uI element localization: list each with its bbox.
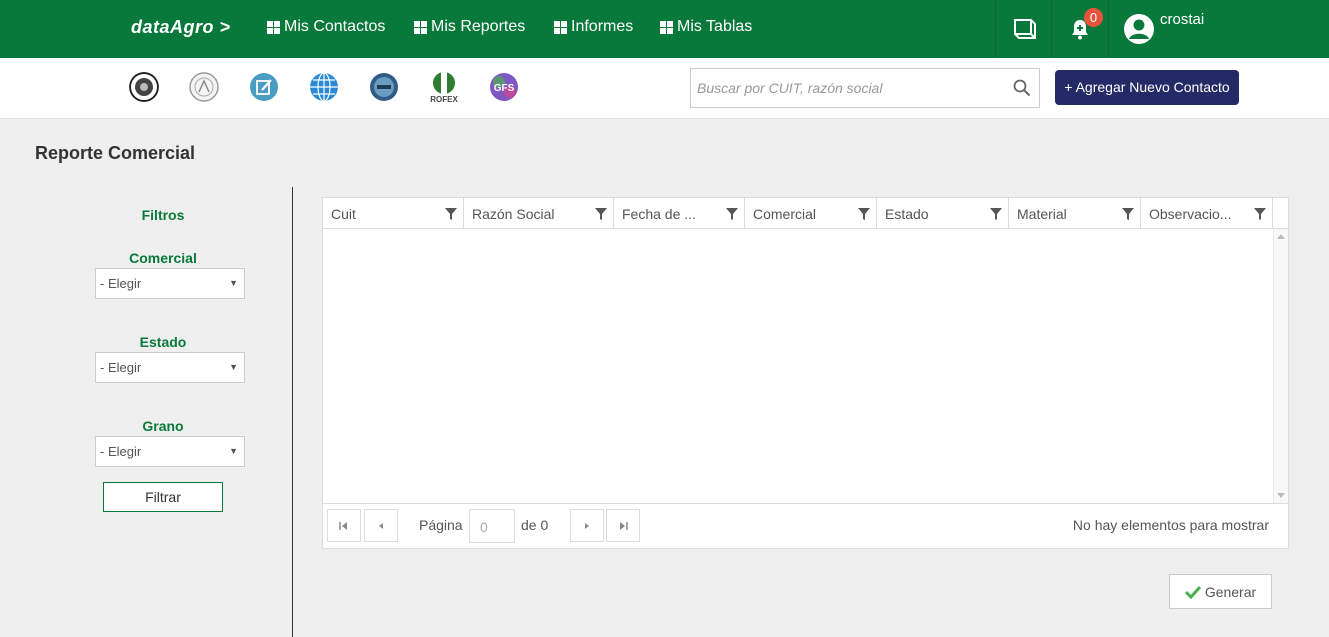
rofex-label: ROFEX: [430, 95, 458, 104]
add-contact-button[interactable]: + Agregar Nuevo Contacto: [1055, 70, 1239, 105]
notifications-button[interactable]: [1052, 0, 1108, 58]
nav-label: Informes: [571, 18, 634, 35]
page-title: Reporte Comercial: [35, 143, 196, 163]
last-page-button[interactable]: [606, 509, 640, 542]
next-page-icon: [585, 522, 589, 529]
search-icon[interactable]: [1013, 79, 1031, 97]
grid-body: [323, 229, 1288, 503]
page-label: Página: [419, 517, 463, 533]
nav-mis-contactos[interactable]: Mis Contactos: [267, 18, 385, 36]
nav-mis-tablas[interactable]: Mis Tablas: [660, 18, 752, 36]
prev-page-icon: [379, 522, 383, 529]
nav-mis-reportes[interactable]: Mis Reportes: [414, 18, 525, 36]
user-menu-button[interactable]: [1122, 0, 1156, 58]
generate-label: Generar: [1204, 583, 1257, 600]
grid-pager: Página 0 de 0 No hay elementos para most…: [323, 503, 1288, 548]
bolsa-cereales-logo[interactable]: [129, 72, 159, 102]
grid-icon: [267, 20, 280, 34]
nav-label: Mis Contactos: [284, 18, 386, 35]
column-header-comercial[interactable]: Comercial: [745, 198, 877, 229]
mercado-logo[interactable]: [369, 72, 399, 102]
column-label: Estado: [885, 206, 929, 222]
camara-logo[interactable]: [189, 72, 219, 102]
secondary-toolbar: ROFEX GFS + Agregar Nuevo Contacto: [0, 58, 1329, 119]
column-label: Fecha de ...: [622, 206, 696, 222]
grid-header: Cuit Razón Social Fecha de ... Comercial…: [323, 198, 1288, 229]
grid-icon: [414, 20, 427, 34]
first-page-button[interactable]: [327, 509, 361, 542]
book-button[interactable]: [996, 0, 1051, 58]
column-label: Cuit: [331, 206, 356, 222]
filter-icon[interactable]: [595, 208, 607, 220]
column-label: Material: [1017, 206, 1067, 222]
search-input[interactable]: [691, 69, 991, 107]
chevron-down-icon: ▼: [229, 446, 238, 456]
filter-icon[interactable]: [445, 208, 457, 220]
vertical-scrollbar[interactable]: [1273, 229, 1288, 503]
generate-button[interactable]: Generar: [1169, 574, 1272, 609]
gfs-logo[interactable]: GFS: [489, 72, 519, 102]
column-header-material[interactable]: Material: [1009, 198, 1141, 229]
scroll-up-icon[interactable]: [1277, 234, 1285, 239]
globe-logo[interactable]: [309, 72, 339, 102]
filter-icon[interactable]: [990, 208, 1002, 220]
filter-icon[interactable]: [726, 208, 738, 220]
nav-divider: [1108, 0, 1109, 58]
column-label: Comercial: [753, 206, 817, 222]
column-label: Observacio...: [1149, 206, 1232, 222]
column-header-razon-social[interactable]: Razón Social: [464, 198, 614, 229]
filter-button[interactable]: Filtrar: [103, 482, 223, 512]
grano-select-value: - Elegir: [100, 444, 142, 459]
estado-select-value: - Elegir: [100, 360, 142, 375]
rofex-mark: [433, 72, 455, 94]
nav-label: Mis Tablas: [677, 18, 753, 35]
estado-label: Estado: [139, 334, 187, 350]
comercial-label: Comercial: [129, 250, 197, 266]
username[interactable]: crostai: [1160, 11, 1204, 28]
nav-informes[interactable]: Informes: [554, 18, 633, 36]
filters-title: Filtros: [141, 207, 185, 223]
gfs-label: GFS: [494, 83, 515, 94]
first-page-icon: [339, 521, 347, 530]
nav-label: Mis Reportes: [431, 18, 526, 35]
filter-icon[interactable]: [1122, 208, 1134, 220]
column-header-fecha[interactable]: Fecha de ...: [614, 198, 745, 229]
search-box: [690, 68, 1040, 108]
grid-icon: [554, 20, 567, 34]
grid-icon: [660, 20, 673, 34]
column-header-cuit[interactable]: Cuit: [323, 198, 464, 229]
comercial-select-value: - Elegir: [100, 276, 142, 291]
edit-logo[interactable]: [249, 72, 279, 102]
filter-icon[interactable]: [858, 208, 870, 220]
filter-icon[interactable]: [1254, 208, 1266, 220]
scroll-down-icon[interactable]: [1277, 493, 1285, 498]
chevron-down-icon: ▼: [229, 362, 238, 372]
pager-info: No hay elementos para mostrar: [1072, 517, 1269, 533]
column-header-observaciones[interactable]: Observacio...: [1141, 198, 1273, 229]
last-page-icon: [620, 521, 628, 530]
report-grid: Cuit Razón Social Fecha de ... Comercial…: [322, 197, 1289, 549]
brand-logo[interactable]: dataAgro >: [131, 17, 231, 38]
column-header-estado[interactable]: Estado: [877, 198, 1009, 229]
top-navbar: dataAgro > Mis Contactos Mis Reportes In…: [0, 0, 1329, 58]
user-avatar-icon: [1124, 14, 1154, 44]
grano-label: Grano: [142, 418, 184, 434]
column-label: Razón Social: [472, 206, 555, 222]
next-page-button[interactable]: [570, 509, 604, 542]
chevron-down-icon: ▼: [229, 278, 238, 288]
comercial-select[interactable]: - Elegir ▼: [95, 268, 245, 299]
vertical-divider: [292, 187, 293, 637]
rofex-logo[interactable]: ROFEX: [428, 72, 460, 106]
page-count: de 0: [521, 517, 549, 533]
prev-page-button[interactable]: [364, 509, 398, 542]
notification-badge: 0: [1084, 8, 1103, 27]
book-icon: [1013, 19, 1036, 39]
estado-select[interactable]: - Elegir ▼: [95, 352, 245, 383]
page-number-input[interactable]: 0: [469, 509, 515, 543]
grano-select[interactable]: - Elegir ▼: [95, 436, 245, 467]
check-icon: [1184, 585, 1201, 599]
